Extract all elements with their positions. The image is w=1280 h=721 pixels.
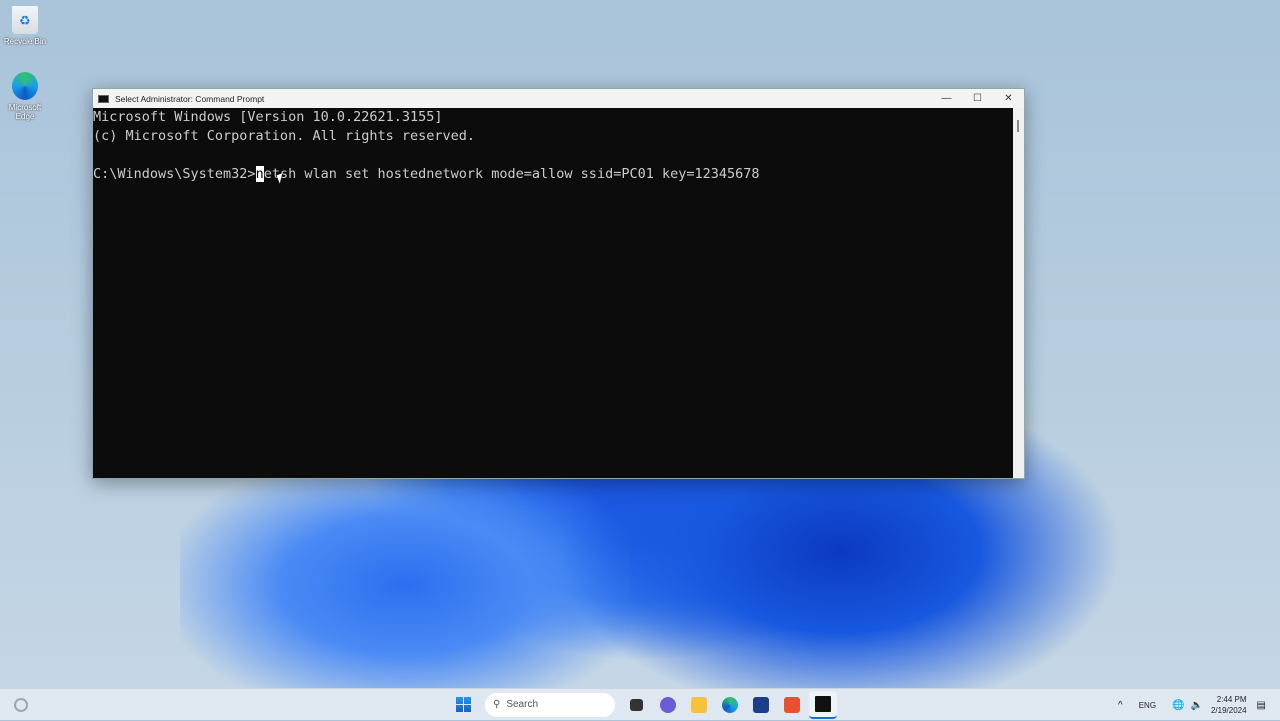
maximize-button[interactable]: ☐ (962, 93, 993, 104)
edge-icon (12, 72, 38, 100)
network-icon[interactable]: 🌐 (1172, 700, 1184, 711)
app-c-button[interactable] (778, 691, 806, 719)
show-hidden-icons-button[interactable]: ^ (1118, 700, 1123, 711)
weather-icon[interactable] (14, 697, 28, 712)
c-app-icon (783, 696, 800, 713)
command-prompt-taskbar-button[interactable] (808, 690, 837, 719)
command-prompt-window[interactable]: Select Administrator: Command Prompt — ☐… (92, 88, 1025, 479)
desktop-icon-label: Microsoft Edge (8, 103, 42, 121)
prompt: C:\Windows\System32> (93, 166, 256, 182)
cmd-icon (814, 695, 831, 712)
cmd-icon (98, 94, 109, 103)
search-box[interactable]: ⚲ Search (485, 692, 615, 717)
command-text: etsh wlan set hostednetwork mode=allow s… (263, 166, 760, 182)
scrollbar-thumb[interactable] (1017, 120, 1019, 132)
windows-logo-icon (456, 697, 471, 712)
search-icon: ⚲ (493, 699, 501, 710)
volume-icon[interactable]: 🔈 (1191, 700, 1203, 711)
desktop-icon-label: Recycle Bin (3, 37, 47, 46)
desktop-icon-edge[interactable]: Microsoft Edge (2, 72, 48, 121)
folder-icon (690, 696, 707, 713)
system-tray: ^ ENG 🌐 🔈 2:44 PM 2/19/2024 ▤ (1118, 689, 1280, 721)
date: 2/19/2024 (1210, 706, 1247, 715)
title-bar[interactable]: Select Administrator: Command Prompt — ☐… (93, 89, 1024, 108)
edge-icon (721, 696, 738, 713)
language-indicator[interactable]: ENG (1139, 701, 1156, 710)
start-button[interactable] (450, 691, 478, 719)
console-line: (c) Microsoft Corporation. All rights re… (93, 128, 476, 144)
taskbar: ⚲ Search ^ ENG 🌐 🔈 2:44 PM 2/19/2024 ▤ (0, 688, 1280, 720)
store-icon (752, 696, 769, 713)
text-cursor: n (255, 166, 264, 182)
desktop-icon-recycle-bin[interactable]: ♻ Recycle Bin (2, 6, 48, 46)
edge-taskbar-button[interactable] (716, 691, 744, 719)
command-line[interactable]: C:\Windows\System32>netsh wlan set hoste… (93, 165, 1013, 184)
clock[interactable]: 2:44 PM 2/19/2024 (1211, 694, 1247, 716)
chat-icon (659, 696, 676, 713)
window-title: Select Administrator: Command Prompt (115, 93, 265, 104)
file-explorer-button[interactable] (685, 691, 713, 719)
close-button[interactable]: ✕ (993, 93, 1024, 104)
scrollbar[interactable] (1013, 108, 1024, 478)
minimize-button[interactable]: — (931, 93, 962, 104)
console-output[interactable]: Microsoft Windows [Version 10.0.22621.31… (93, 108, 1013, 478)
task-view-button[interactable] (623, 691, 651, 719)
notification-icon[interactable]: ▤ (1257, 700, 1266, 711)
teams-chat-button[interactable] (654, 691, 682, 719)
recycle-bin-icon: ♻ (12, 6, 38, 34)
console-line: Microsoft Windows [Version 10.0.22621.31… (93, 109, 443, 125)
store-button[interactable] (747, 691, 775, 719)
search-placeholder: Search (506, 699, 539, 710)
time: 2:44 PM (1216, 695, 1247, 704)
task-view-icon (630, 698, 643, 711)
